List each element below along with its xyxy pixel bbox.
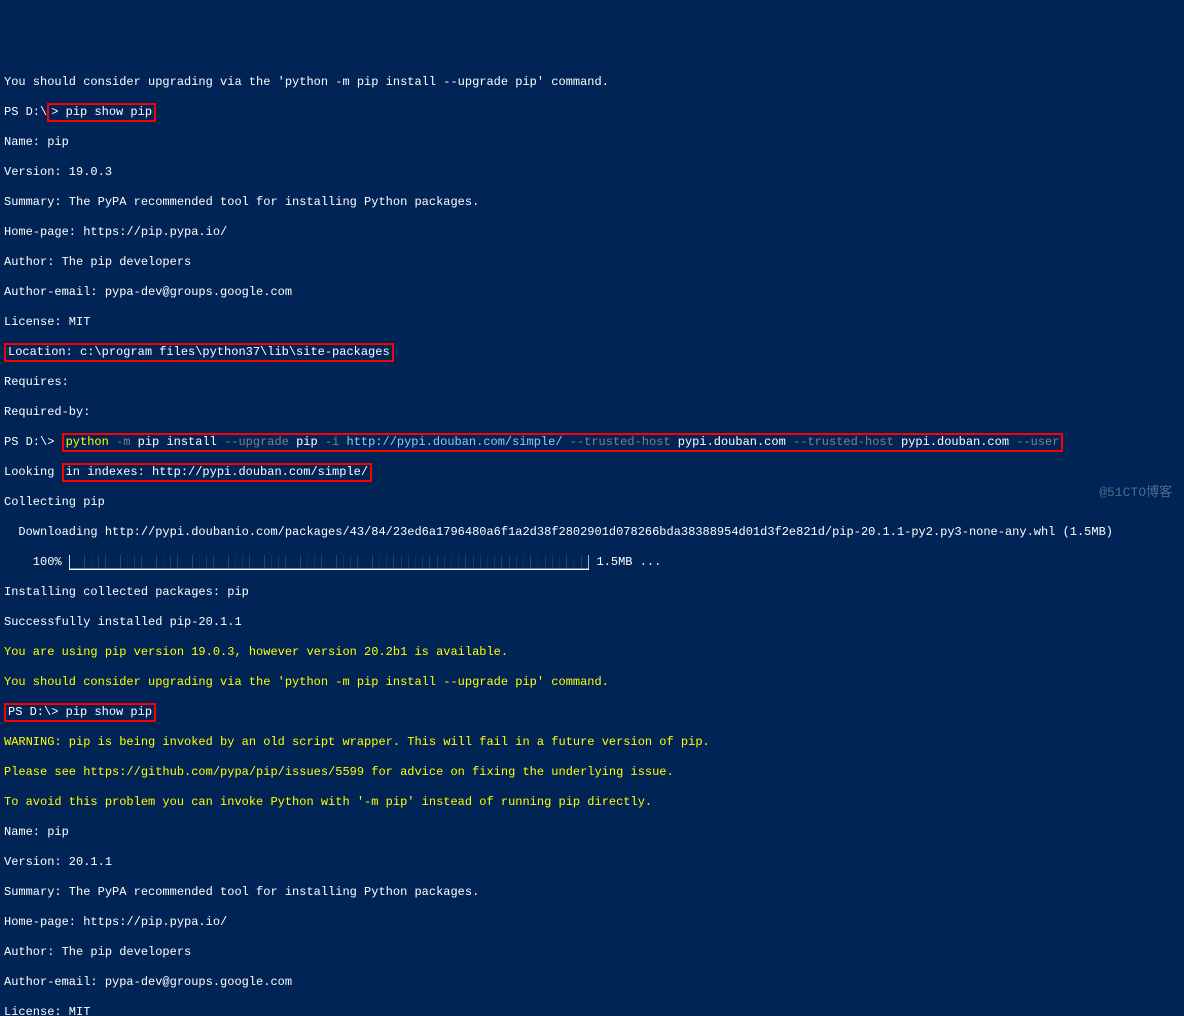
output-line: Location: c:\program files\python37\lib\… bbox=[4, 345, 1180, 360]
watermark: @51CTO博客 bbox=[1099, 485, 1172, 500]
output-line: Installing collected packages: pip bbox=[4, 585, 1180, 600]
output-line: Author: The pip developers bbox=[4, 945, 1180, 960]
warning-line: To avoid this problem you can invoke Pyt… bbox=[4, 795, 1180, 810]
warning-line: WARNING: pip is being invoked by an old … bbox=[4, 735, 1180, 750]
output-line: Requires: bbox=[4, 375, 1180, 390]
output-line: Version: 20.1.1 bbox=[4, 855, 1180, 870]
output-line: Home-page: https://pip.pypa.io/ bbox=[4, 915, 1180, 930]
highlight-box: python -m pip install --upgrade pip -i h… bbox=[62, 433, 1064, 452]
progress-line: 100% ███████████████████████████████████… bbox=[4, 555, 1180, 570]
output-line: You should consider upgrading via the 'p… bbox=[4, 75, 1180, 90]
output-line: Home-page: https://pip.pypa.io/ bbox=[4, 225, 1180, 240]
output-line: Summary: The PyPA recommended tool for i… bbox=[4, 195, 1180, 210]
output-line: Author-email: pypa-dev@groups.google.com bbox=[4, 975, 1180, 990]
output-line: Looking in indexes: http://pypi.douban.c… bbox=[4, 465, 1180, 480]
output-line: Name: pip bbox=[4, 825, 1180, 840]
terminal-output[interactable]: You should consider upgrading via the 'p… bbox=[4, 60, 1180, 1016]
highlight-box: > pip show pip bbox=[47, 103, 156, 122]
highlight-box: PS D:\> pip show pip bbox=[4, 703, 156, 722]
progress-bar: ████████████████████████████████████████… bbox=[69, 555, 589, 570]
output-line: Downloading http://pypi.doubanio.com/pac… bbox=[4, 525, 1180, 540]
prompt-line: PS D:\> pip show pip bbox=[4, 105, 1180, 120]
output-line: Required-by: bbox=[4, 405, 1180, 420]
output-line: Successfully installed pip-20.1.1 bbox=[4, 615, 1180, 630]
warning-line: Please see https://github.com/pypa/pip/i… bbox=[4, 765, 1180, 780]
highlight-box: Location: c:\program files\python37\lib\… bbox=[4, 343, 394, 362]
output-line: Author-email: pypa-dev@groups.google.com bbox=[4, 285, 1180, 300]
warning-line: You should consider upgrading via the 'p… bbox=[4, 675, 1180, 690]
output-line: Author: The pip developers bbox=[4, 255, 1180, 270]
output-line: Name: pip bbox=[4, 135, 1180, 150]
output-line: Summary: The PyPA recommended tool for i… bbox=[4, 885, 1180, 900]
prompt-line: PS D:\> python -m pip install --upgrade … bbox=[4, 435, 1180, 450]
highlight-box: in indexes: http://pypi.douban.com/simpl… bbox=[62, 463, 372, 482]
output-line: License: MIT bbox=[4, 315, 1180, 330]
prompt-line: PS D:\> pip show pip bbox=[4, 705, 1180, 720]
output-line: License: MIT bbox=[4, 1005, 1180, 1016]
output-line: Version: 19.0.3 bbox=[4, 165, 1180, 180]
warning-line: You are using pip version 19.0.3, howeve… bbox=[4, 645, 1180, 660]
